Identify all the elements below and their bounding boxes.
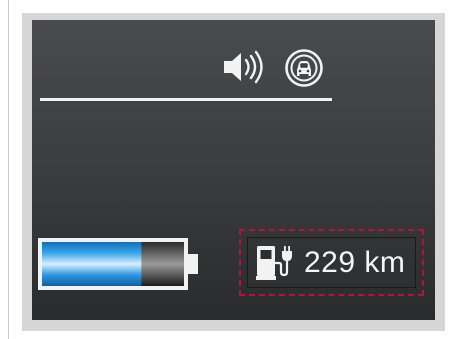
range-highlight-box: 229 km — [239, 229, 424, 296]
display-divider-line — [40, 98, 332, 101]
charging-station-icon — [256, 245, 294, 281]
battery-charge-level — [42, 242, 142, 286]
speaker-icon — [222, 48, 272, 86]
range-value-text: 229 km — [304, 246, 405, 280]
battery-indicator — [38, 238, 198, 290]
instrument-display: 229 km — [32, 20, 435, 320]
range-readout: 229 km — [247, 237, 416, 288]
range-value: 229 — [304, 245, 356, 279]
range-unit: km — [364, 245, 406, 279]
page-margin-line — [8, 0, 9, 339]
vehicle-detection-icon — [284, 48, 324, 88]
